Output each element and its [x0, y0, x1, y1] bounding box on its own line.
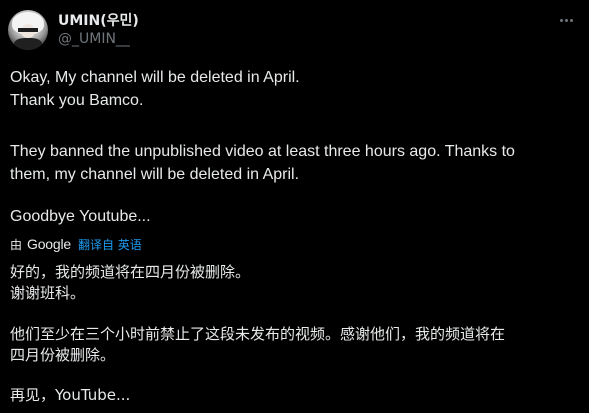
more-icon-dot — [564, 18, 568, 22]
translation-by-label: 由 — [10, 237, 23, 252]
translated-line: 他们至少在三个小时前禁止了这段未发布的视频。感谢他们，我的频道将在 — [10, 325, 506, 343]
tweet-line: Goodbye Youtube... — [10, 208, 151, 225]
more-icon-dot — [569, 18, 573, 22]
translation-attribution: 由 Google 翻译自 英语 — [10, 235, 142, 253]
google-logo: Google — [27, 236, 71, 252]
translated-line: 四月份被删除。 — [10, 346, 116, 364]
tweet-line: Thank you Bamco. — [10, 92, 144, 109]
tweet-line: Okay, My channel will be deleted in Apri… — [10, 69, 300, 86]
translation-source-link[interactable]: 翻译自 英语 — [78, 236, 142, 253]
translated-line: 谢谢班科。 — [10, 284, 86, 302]
more-options-button[interactable] — [554, 10, 578, 30]
translated-line: 好的，我的频道将在四月份被删除。 — [10, 263, 251, 281]
tweet-text: Okay, My channel will be deleted in Apri… — [10, 66, 576, 228]
translated-text: 好的，我的频道将在四月份被删除。 谢谢班科。 他们至少在三个小时前禁止了这段未发… — [10, 262, 576, 406]
avatar-body — [14, 38, 42, 50]
translated-line: 再见，YouTube... — [10, 386, 131, 404]
tweet-line: them, my channel will be deleted in Apri… — [10, 166, 300, 183]
avatar[interactable] — [8, 10, 48, 50]
display-name[interactable]: UMIN(우민) — [58, 10, 139, 30]
tweet-line: They banned the unpublished video at lea… — [10, 143, 515, 160]
more-horizontal-icon — [559, 18, 563, 22]
avatar-blindfold — [18, 28, 38, 32]
user-handle[interactable]: @_UMIN__ — [58, 31, 130, 47]
